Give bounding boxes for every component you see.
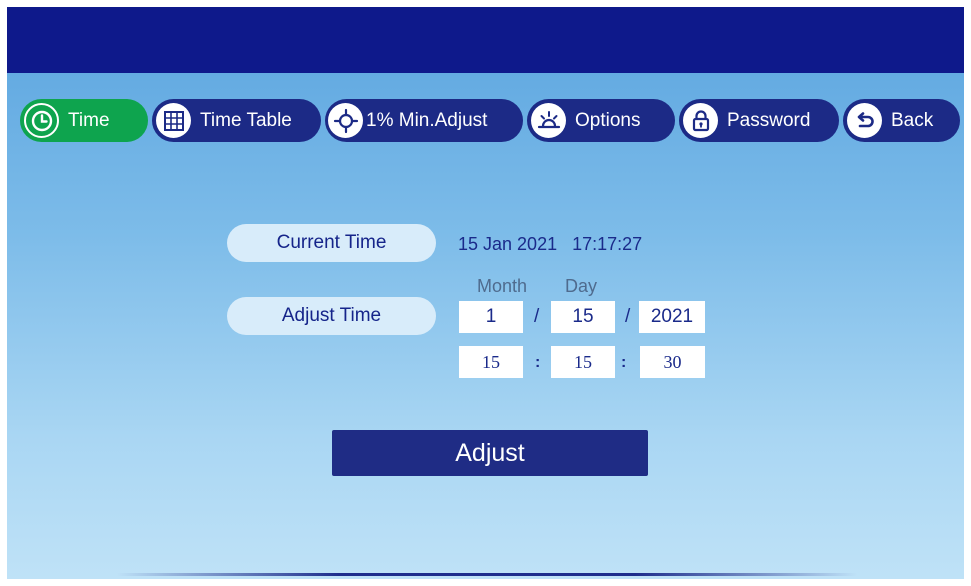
bottom-divider bbox=[117, 573, 857, 576]
tab-time-label: Time bbox=[68, 109, 110, 131]
date-separator: / bbox=[534, 306, 540, 327]
tab-time-table[interactable]: Time Table bbox=[152, 99, 321, 142]
time-separator: : bbox=[535, 354, 541, 371]
tab-password[interactable]: Password bbox=[679, 99, 839, 142]
adjust-time-label: Adjust Time bbox=[227, 297, 436, 335]
screen: Time Time Table 1% Min.Adjust Options Pa bbox=[7, 7, 964, 579]
day-label: Day bbox=[565, 276, 598, 296]
back-arrow-icon bbox=[847, 103, 882, 138]
month-label: Month bbox=[477, 276, 528, 296]
day-field[interactable]: 15 bbox=[551, 301, 615, 333]
current-datetime: 15 Jan 2021 17:17:27 bbox=[458, 234, 642, 255]
tab-options[interactable]: Options bbox=[527, 99, 675, 142]
year-field[interactable]: 2021 bbox=[639, 301, 705, 333]
tab-bar: Time Time Table 1% Min.Adjust Options Pa bbox=[7, 99, 964, 142]
tab-min-adjust[interactable]: 1% Min.Adjust bbox=[325, 99, 523, 142]
time-separator: : bbox=[621, 354, 627, 371]
second-field[interactable]: 30 bbox=[640, 346, 705, 378]
tab-time[interactable]: Time bbox=[20, 99, 148, 142]
sunrise-icon bbox=[531, 103, 566, 138]
month-field[interactable]: 1 bbox=[459, 301, 523, 333]
clock-icon bbox=[24, 103, 59, 138]
date-separator: / bbox=[625, 306, 631, 327]
grid-icon bbox=[156, 103, 191, 138]
adjust-button[interactable]: Adjust bbox=[332, 430, 648, 476]
tab-min-adjust-label: 1% Min.Adjust bbox=[366, 109, 488, 131]
current-date: 15 Jan 2021 bbox=[458, 234, 558, 254]
tab-back-label: Back bbox=[891, 109, 934, 131]
current-time-label: Current Time bbox=[227, 224, 436, 262]
tab-options-label: Options bbox=[575, 109, 641, 131]
minute-field[interactable]: 15 bbox=[551, 346, 615, 378]
hour-field[interactable]: 15 bbox=[459, 346, 523, 378]
lock-icon bbox=[683, 103, 718, 138]
current-clock: 17:17:27 bbox=[572, 234, 643, 254]
title-bar bbox=[7, 7, 964, 73]
tab-password-label: Password bbox=[727, 109, 811, 131]
crosshair-icon bbox=[328, 103, 363, 138]
tab-back[interactable]: Back bbox=[843, 99, 960, 142]
tab-time-table-label: Time Table bbox=[200, 109, 292, 131]
